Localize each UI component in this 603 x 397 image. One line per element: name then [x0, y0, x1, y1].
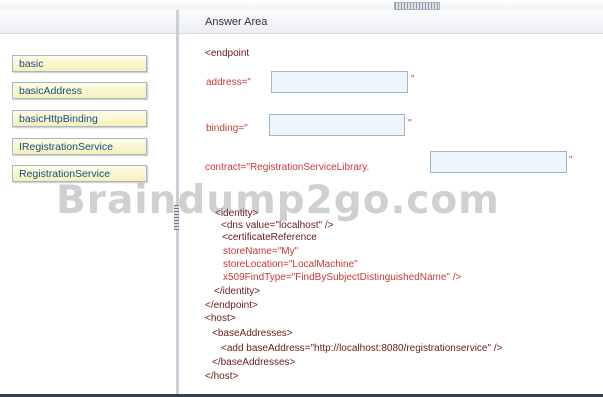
code-find-type: x509FindType="FindBySubjectDistinguished… — [223, 272, 462, 283]
drag-drop-question: basic basicAddress basicHttpBinding IReg… — [0, 0, 603, 397]
watermark-text: Braindump2go.com — [56, 178, 500, 223]
top-toolbar — [0, 0, 603, 10]
code-host-close: </host> — [205, 371, 239, 382]
code-store-name: storeName="My" — [223, 246, 299, 257]
code-binding-close-quote: " — [408, 118, 412, 129]
draggable-item-basic[interactable]: basic — [12, 55, 147, 72]
address-drop-target[interactable] — [271, 71, 408, 93]
code-base-addresses-open: <baseAddresses> — [212, 328, 293, 339]
code-endpoint-close: </endpoint> — [205, 300, 258, 311]
code-contract-prefix: contract="RegistrationServiceLibrary. — [205, 162, 370, 173]
draggable-item-iregistration-service[interactable]: IRegistrationService — [12, 138, 147, 155]
top-resize-grip[interactable] — [394, 2, 440, 10]
code-identity-close: </identity> — [214, 286, 261, 297]
code-base-addresses-close: </baseAddresses> — [212, 357, 296, 368]
draggable-item-basic-address[interactable]: basicAddress — [12, 82, 147, 99]
answer-area-title: Answer Area — [205, 16, 268, 28]
source-panel-header — [0, 10, 176, 34]
code-address-attr: address=" — [206, 77, 251, 88]
code-binding-attr: binding=" — [206, 123, 248, 134]
answer-area-header: Answer Area — [179, 10, 603, 34]
contract-drop-target[interactable] — [430, 151, 567, 173]
code-host-open: <host> — [205, 313, 236, 324]
code-address-close-quote: " — [411, 74, 415, 85]
code-add-base-address: <add baseAddress="http://localhost:8080/… — [221, 343, 503, 354]
binding-drop-target[interactable] — [269, 114, 405, 136]
draggable-item-basic-http-binding[interactable]: basicHttpBinding — [12, 110, 147, 127]
code-certificate-reference: <certificateReference — [222, 232, 317, 243]
code-contract-close-quote: " — [569, 155, 573, 166]
code-store-location: storeLocation="LocalMachine" — [223, 259, 358, 270]
code-endpoint-open: <endpoint — [205, 48, 250, 59]
